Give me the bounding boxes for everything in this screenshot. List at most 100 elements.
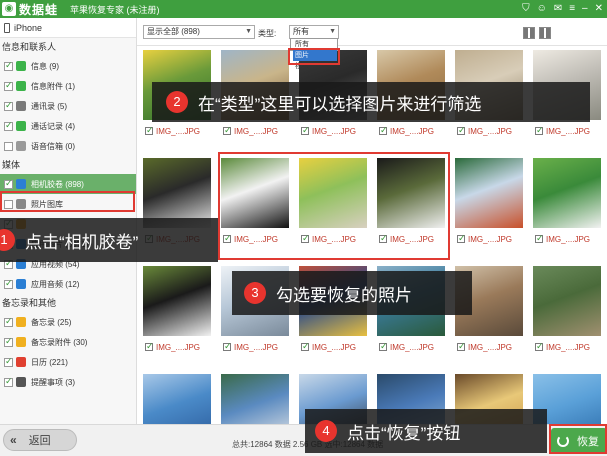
annotation-1: 1 点击“相机胶卷” [0, 218, 218, 262]
photo-tile[interactable]: IMG_....JPG [137, 374, 211, 424]
photo-thumbnail[interactable] [143, 374, 211, 424]
type-label: 类型: [258, 29, 277, 38]
message-icon [16, 61, 26, 71]
photo-filename: IMG_....JPG [156, 126, 201, 136]
checkbox[interactable] [4, 141, 13, 151]
photo-filename: IMG_....JPG [546, 342, 591, 352]
photo-checkbox[interactable] [535, 125, 544, 136]
checkbox[interactable] [4, 376, 13, 387]
photo-tile[interactable]: IMG_....JPG [527, 158, 601, 246]
photo-caption: IMG_....JPG [449, 124, 521, 138]
device-row[interactable]: iPhone [0, 18, 136, 38]
photo-caption: IMG_....JPG [449, 340, 521, 354]
sidebar-item[interactable]: 备忘录附件 (30) [0, 332, 136, 352]
chat-icon[interactable]: ✉ [554, 2, 562, 16]
checkbox[interactable] [4, 278, 13, 289]
sidebar-item-label: 信息附件 (1) [31, 81, 75, 91]
sidebar-item[interactable]: 提醒事项 (3) [0, 372, 136, 392]
photo-checkbox[interactable] [145, 341, 154, 352]
minimize-icon[interactable]: – [582, 2, 588, 16]
camera-roll-icon [16, 179, 26, 189]
brand-name: 数据蛙 [19, 2, 59, 17]
highlight-type-option [288, 48, 340, 65]
photo-checkbox[interactable] [145, 125, 154, 136]
photo-checkbox[interactable] [535, 233, 544, 244]
list-view-icon[interactable] [539, 27, 551, 39]
type-select[interactable]: 所有 ▼ [289, 25, 339, 39]
sidebar-sections: 信息和联系人信息 (9) 信息附件 (1) 通讯录 (5) 通话记录 (4) 语音信箱 … [0, 38, 136, 392]
sidebar-item[interactable]: 应用音频 (12) [0, 274, 136, 294]
annotation-3: 3 勾选要恢复的照片 [232, 271, 472, 315]
sidebar-item-label: 信息 (9) [31, 61, 59, 71]
user-icon[interactable]: ☺ [537, 2, 547, 16]
checkbox[interactable] [4, 120, 13, 131]
photo-caption: IMG_....JPG [449, 232, 521, 246]
grid-view-icon[interactable] [523, 27, 535, 39]
photo-checkbox[interactable] [223, 125, 232, 136]
back-label: 返回 [28, 435, 51, 447]
show-filter-select[interactable]: 显示全部 (898) ▼ [143, 25, 255, 39]
annotation-text: 在“类型”这里可以选择图片来进行筛选 [198, 94, 482, 114]
photo-filename: IMG_....JPG [546, 126, 591, 136]
photo-checkbox[interactable] [535, 341, 544, 352]
back-button[interactable]: « 返回 [3, 429, 77, 451]
type-select-value: 所有 [293, 27, 309, 36]
photo-tile[interactable]: IMG_....JPG [137, 266, 211, 354]
cart-icon[interactable]: ⛉ [522, 2, 530, 16]
photo-caption: IMG_....JPG [293, 124, 365, 138]
photo-filename: IMG_....JPG [234, 126, 279, 136]
photo-checkbox[interactable] [301, 341, 310, 352]
checkbox[interactable] [4, 316, 13, 327]
checkbox[interactable] [4, 356, 13, 367]
frog-logo-icon: ◉ [2, 2, 16, 16]
sidebar-item[interactable]: 语音信箱 (0) [0, 136, 136, 156]
photo-thumbnail[interactable] [533, 158, 601, 228]
sidebar-item-label: 备忘录 (25) [31, 317, 72, 327]
sidebar-item[interactable]: 通讯录 (5) [0, 96, 136, 116]
chevron-down-icon: ▼ [245, 28, 252, 35]
app-title: 苹果恢复专家 (未注册) [70, 4, 160, 15]
checkbox[interactable] [4, 178, 13, 189]
chevron-down-icon: ▼ [329, 28, 336, 35]
photo-thumbnail[interactable] [143, 266, 211, 336]
photo-tile[interactable]: IMG_....JPG [449, 158, 523, 246]
photo-checkbox[interactable] [223, 341, 232, 352]
photo-tile[interactable]: IMG_....JPG [215, 374, 289, 424]
sidebar-item-label: 通话记录 (4) [31, 121, 75, 131]
close-icon[interactable]: ✕ [595, 2, 603, 16]
photo-caption: IMG_....JPG [215, 340, 287, 354]
reminder-icon [16, 377, 26, 387]
sidebar-item[interactable]: 通话记录 (4) [0, 116, 136, 136]
photo-filename: IMG_....JPG [390, 126, 435, 136]
checkbox[interactable] [4, 100, 13, 111]
sidebar-item-label: 语音信箱 (0) [31, 141, 75, 151]
photo-checkbox[interactable] [379, 341, 388, 352]
photo-checkbox[interactable] [457, 341, 466, 352]
step-badge: 2 [166, 91, 188, 113]
photo-filename: IMG_....JPG [468, 234, 513, 244]
step-badge: 3 [244, 282, 266, 304]
show-filter-value: 显示全部 (898) [147, 27, 200, 36]
sidebar-item[interactable]: 信息 (9) [0, 56, 136, 76]
sidebar-item[interactable]: 信息附件 (1) [0, 76, 136, 96]
sidebar-item-label: 提醒事项 (3) [31, 377, 75, 387]
photo-checkbox[interactable] [379, 125, 388, 136]
photo-thumbnail[interactable] [455, 158, 523, 228]
sidebar-item[interactable]: 备忘录 (25) [0, 312, 136, 332]
annotation-text: 勾选要恢复的照片 [276, 285, 412, 305]
photo-thumbnail[interactable] [221, 374, 289, 424]
photo-thumbnail[interactable] [533, 266, 601, 336]
photo-checkbox[interactable] [457, 233, 466, 244]
voicemail-icon [16, 141, 26, 151]
checkbox[interactable] [4, 336, 13, 347]
checkbox[interactable] [4, 80, 13, 91]
menu-icon[interactable]: ≡ [569, 2, 575, 16]
photo-tile[interactable]: IMG_....JPG [527, 266, 601, 354]
sidebar-item[interactable]: 日历 (221) [0, 352, 136, 372]
sidebar-section-title: 备忘录和其他 [2, 298, 57, 308]
photo-checkbox[interactable] [457, 125, 466, 136]
photo-checkbox[interactable] [301, 125, 310, 136]
sidebar-item-label: 相机胶卷 (898) [31, 179, 84, 189]
checkbox[interactable] [4, 60, 13, 71]
app-audio-icon [16, 279, 26, 289]
